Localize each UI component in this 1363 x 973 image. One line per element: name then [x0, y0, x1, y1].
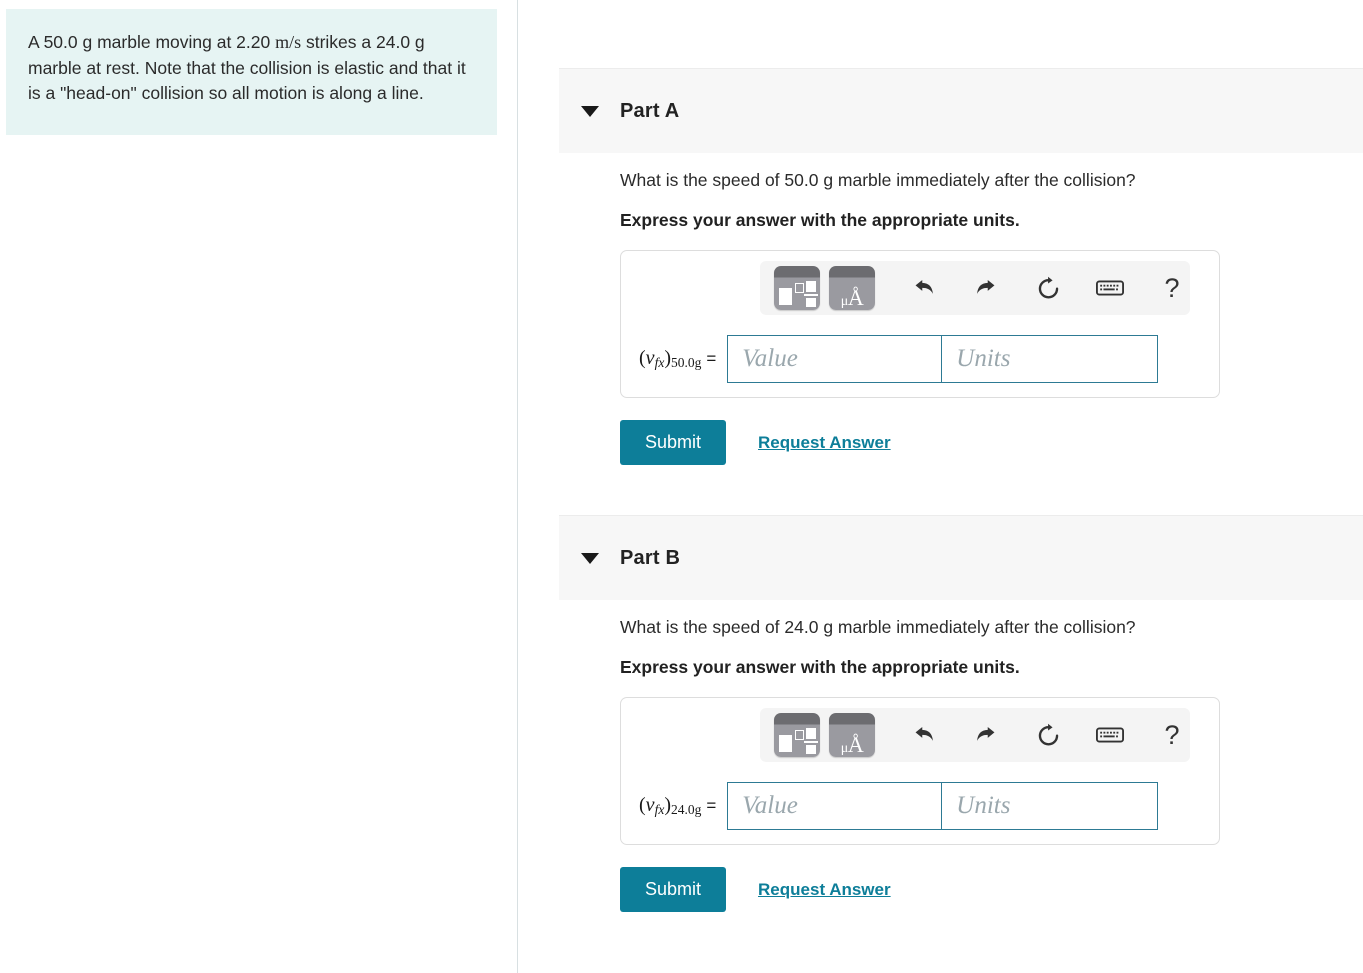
keyboard-icon-b[interactable] [1090, 715, 1130, 755]
part-title-b: Part B [620, 546, 681, 569]
answer-toolbar-a: μÅ ? [760, 261, 1190, 315]
units-palette-button-a[interactable]: μÅ [829, 266, 875, 310]
variable-subscript-a: fx [654, 355, 665, 370]
variable-subscript-b: fx [654, 802, 665, 817]
actions-b: Submit Request Answer [620, 867, 1220, 912]
math-template-button-a[interactable] [774, 266, 820, 310]
reset-icon-a[interactable] [1028, 268, 1068, 308]
problem-text-part-1: A 50.0 g marble moving at 2.20 [28, 32, 276, 52]
variable-symbol-a: v [645, 347, 655, 369]
answer-pane: Part A What is the speed of 50.0 g marbl… [518, 0, 1363, 973]
template-fraction-bar-icon [804, 294, 818, 296]
request-answer-link-a[interactable]: Request Answer [758, 433, 891, 453]
problem-text-units: m/s [275, 32, 302, 52]
answer-row-b: (vfx)24.0g = [633, 782, 1207, 830]
units-glyph-icon: μÅ [829, 734, 875, 756]
redo-icon-a[interactable] [966, 268, 1006, 308]
request-answer-link-b[interactable]: Request Answer [758, 880, 891, 900]
help-question-mark: ? [1164, 719, 1180, 750]
instruction-text-b: Express your answer with the appropriate… [620, 657, 1020, 677]
value-input-a[interactable] [727, 335, 943, 383]
template-fraction-bar-icon [804, 741, 818, 743]
help-icon-b[interactable]: ? [1152, 715, 1192, 755]
variable-qualifier-a: 50.0g [670, 355, 702, 370]
units-palette-button-b[interactable]: μÅ [829, 713, 875, 757]
problem-pane: A 50.0 g marble moving at 2.20 m/s strik… [0, 0, 518, 973]
template-denominator-icon [806, 745, 816, 754]
template-small-box-icon [795, 730, 804, 740]
redo-icon-b[interactable] [966, 715, 1006, 755]
mu-glyph: μ [840, 741, 849, 756]
mu-glyph: μ [840, 294, 849, 309]
problem-statement-card: A 50.0 g marble moving at 2.20 m/s strik… [6, 9, 497, 135]
page-root: A 50.0 g marble moving at 2.20 m/s strik… [0, 0, 1363, 973]
angstrom-glyph: Å [847, 285, 864, 310]
variable-label-a: (vfx)50.0g = [639, 347, 717, 370]
collapse-caret-icon-b[interactable] [581, 552, 599, 564]
part-body-b: What is the speed of 24.0 g marble immed… [620, 615, 1220, 912]
template-denominator-icon [806, 298, 816, 307]
units-input-a[interactable] [942, 335, 1159, 383]
help-question-mark: ? [1164, 272, 1180, 303]
part-header-a[interactable]: Part A [559, 68, 1363, 153]
units-input-b[interactable] [942, 782, 1159, 830]
variable-label-b: (vfx)24.0g = [639, 794, 717, 817]
answer-toolbar-b: μÅ ? [760, 708, 1190, 762]
value-input-b[interactable] [727, 782, 943, 830]
equals-sign-b: = [706, 796, 717, 815]
keyboard-icon-a[interactable] [1090, 268, 1130, 308]
answer-row-a: (vfx)50.0g = [633, 335, 1207, 383]
template-numerator-icon [806, 728, 816, 739]
variable-qualifier-b: 24.0g [670, 802, 702, 817]
template-numerator-icon [806, 281, 816, 292]
problem-statement-text: A 50.0 g marble moving at 2.20 m/s strik… [28, 30, 475, 107]
help-icon-a[interactable]: ? [1152, 268, 1192, 308]
equals-sign-a: = [706, 349, 717, 368]
undo-icon-b[interactable] [904, 715, 944, 755]
answer-box-a: μÅ ? (vfx)50.0g = Value Units [620, 250, 1220, 398]
template-small-box-icon [795, 283, 804, 293]
submit-button-a[interactable]: Submit [620, 420, 727, 465]
undo-icon-a[interactable] [904, 268, 944, 308]
variable-symbol-b: v [645, 794, 655, 816]
instruction-text-a: Express your answer with the appropriate… [620, 210, 1020, 230]
math-template-button-b[interactable] [774, 713, 820, 757]
part-header-b[interactable]: Part B [559, 515, 1363, 600]
answer-box-b: μÅ ? (vfx)24.0g = Value Units [620, 697, 1220, 845]
part-title-a: Part A [620, 99, 680, 122]
actions-a: Submit Request Answer [620, 420, 1220, 465]
angstrom-glyph: Å [847, 732, 864, 757]
submit-button-b[interactable]: Submit [620, 867, 727, 912]
units-glyph-icon: μÅ [829, 287, 875, 309]
reset-icon-b[interactable] [1028, 715, 1068, 755]
question-text-b: What is the speed of 24.0 g marble immed… [620, 617, 1136, 637]
collapse-caret-icon-a[interactable] [581, 105, 599, 117]
part-body-a: What is the speed of 50.0 g marble immed… [620, 168, 1220, 465]
question-text-a: What is the speed of 50.0 g marble immed… [620, 170, 1136, 190]
template-big-box-icon [779, 288, 792, 305]
template-big-box-icon [779, 735, 792, 752]
